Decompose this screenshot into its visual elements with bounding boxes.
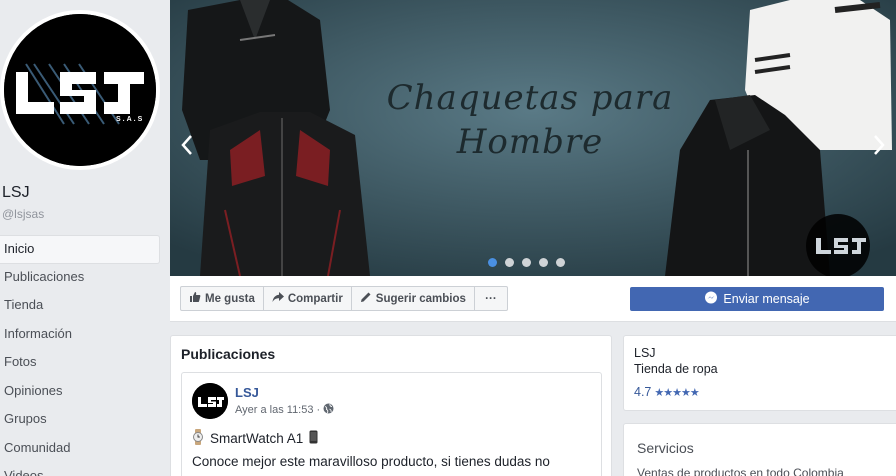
messenger-icon (704, 291, 718, 308)
post-author[interactable]: LSJ (235, 385, 259, 400)
nav-item-videos[interactable]: Videos (0, 463, 160, 476)
share-button[interactable]: Compartir (262, 286, 352, 311)
carousel-dot-3[interactable] (522, 258, 531, 267)
carousel-dot-1[interactable] (488, 258, 497, 267)
posts-section: Publicaciones LSJ Ayer a las 11:53 · Sma… (170, 335, 612, 476)
thumbs-up-icon (189, 291, 201, 306)
rating-value: 4.7 (634, 385, 652, 399)
nav-item-publicaciones[interactable]: Publicaciones (0, 264, 160, 293)
nav-item-tienda[interactable]: Tienda (0, 292, 160, 321)
suggest-edits-label: Sugerir cambios (375, 292, 466, 305)
nav-item-comunidad[interactable]: Comunidad (0, 435, 160, 464)
services-text: Ventas de productos en todo Colombia (637, 466, 844, 476)
rating-stars-icon: ★★★★★ (654, 386, 699, 399)
lsj-logo-graphic (4, 14, 156, 166)
chevron-left-icon[interactable] (180, 134, 194, 162)
carousel-dot-5[interactable] (556, 258, 565, 267)
post-text: Conoce mejor este maravilloso producto, … (192, 454, 550, 469)
nav-item-opiniones[interactable]: Opiniones (0, 378, 160, 407)
cover-title-line2: Hombre (456, 122, 604, 162)
suggest-edits-button[interactable]: Sugerir cambios (350, 286, 475, 311)
page-action-bar: Me gusta Compartir Sugerir cambios ··· E… (170, 276, 896, 322)
dot-separator: · (316, 404, 321, 416)
mobile-phone-icon (309, 430, 318, 447)
post-meta: Ayer a las 11:53 · (235, 403, 334, 417)
like-button[interactable]: Me gusta (180, 286, 264, 311)
share-label: Compartir (287, 292, 343, 305)
nav-item-grupos[interactable]: Grupos (0, 406, 160, 435)
post-time[interactable]: Ayer a las 11:53 (235, 404, 313, 416)
logo-subtext: S.A.S (116, 116, 145, 123)
watch-icon (192, 429, 204, 448)
info-category[interactable]: Tienda de ropa (634, 362, 718, 376)
more-dots-icon: ··· (485, 292, 497, 305)
services-card: Servicios Ventas de productos en todo Co… (623, 423, 896, 476)
cover-title-line1: Chaquetas para (386, 78, 674, 118)
send-message-button[interactable]: Enviar mensaje (630, 287, 884, 311)
cover-photo[interactable]: Chaquetas para Hombre (170, 0, 896, 276)
carousel-dot-4[interactable] (539, 258, 548, 267)
info-rating[interactable]: 4.7 ★★★★★ (634, 385, 700, 399)
send-message-label: Enviar mensaje (723, 292, 810, 306)
post-author-avatar[interactable] (192, 383, 228, 419)
post-product-name: SmartWatch A1 (210, 431, 304, 446)
share-arrow-icon (272, 291, 284, 306)
info-page-name: LSJ (634, 346, 656, 360)
page-info-card: LSJ Tienda de ropa 4.7 ★★★★★ (623, 335, 896, 411)
services-title: Servicios (637, 440, 694, 456)
nav-item-inicio[interactable]: Inicio (0, 235, 160, 264)
action-buttons: Me gusta Compartir Sugerir cambios ··· (180, 286, 508, 311)
page-name: LSJ (2, 184, 30, 201)
carousel-dots (488, 258, 565, 267)
like-label: Me gusta (205, 292, 255, 305)
posts-title[interactable]: Publicaciones (181, 346, 275, 362)
globe-icon (323, 403, 334, 417)
chevron-right-icon[interactable] (872, 134, 886, 162)
nav-item-fotos[interactable]: Fotos (0, 349, 160, 378)
cover-title: Chaquetas para Hombre (350, 76, 710, 164)
post-product-line: SmartWatch A1 (192, 429, 318, 448)
nav-item-informacion[interactable]: Información (0, 321, 160, 350)
carousel-dot-2[interactable] (505, 258, 514, 267)
more-options-button[interactable]: ··· (473, 286, 508, 311)
post-card: LSJ Ayer a las 11:53 · SmartWatch A1 Con… (181, 372, 602, 476)
page-handle[interactable]: @lsjsas (2, 207, 44, 221)
page-nav: Inicio Publicaciones Tienda Información … (0, 235, 160, 476)
profile-picture[interactable]: S.A.S (0, 10, 160, 170)
pencil-icon (360, 291, 372, 306)
page-sidebar: S.A.S LSJ @lsjsas Inicio Publicaciones T… (0, 0, 168, 476)
lsj-logo: S.A.S (4, 14, 156, 166)
